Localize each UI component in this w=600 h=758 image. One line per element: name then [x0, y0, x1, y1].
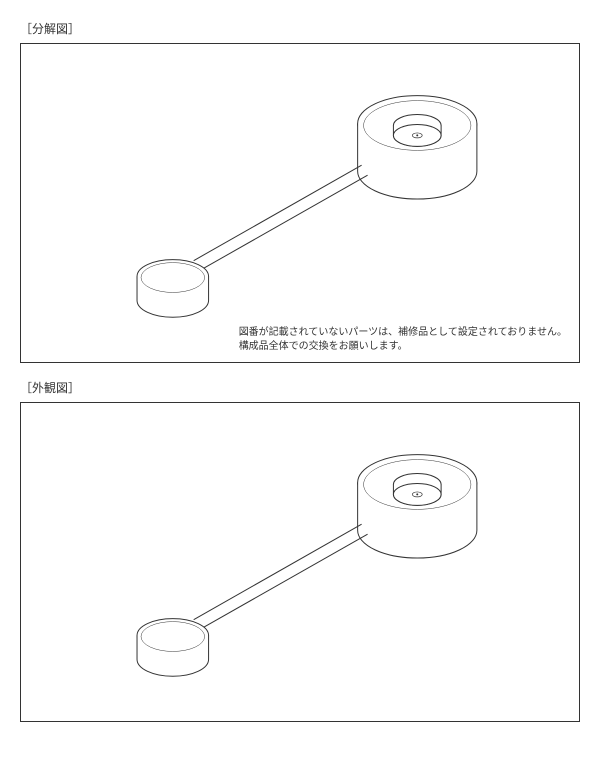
- external-view-title: ［外観図］: [20, 379, 580, 396]
- exploded-view-title: ［分解図］: [20, 20, 580, 37]
- lever-drawing-external: [21, 403, 579, 721]
- lever-drawing-exploded: [21, 44, 579, 362]
- note-line-2: 構成品全体での交換をお願いします。: [239, 340, 567, 354]
- exploded-view-figure: 図番が記載されていないパーツは、補修品として設定されておりません。 構成品全体で…: [20, 43, 580, 363]
- external-view-figure: [20, 402, 580, 722]
- exploded-view-note: 図番が記載されていないパーツは、補修品として設定されておりません。 構成品全体で…: [239, 326, 567, 354]
- note-line-1: 図番が記載されていないパーツは、補修品として設定されておりません。: [239, 326, 567, 340]
